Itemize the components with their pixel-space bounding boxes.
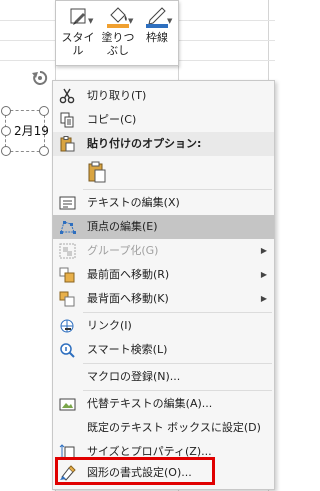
menu-item-cut[interactable]: 切り取り(T)	[53, 84, 274, 108]
paste-options-header: 貼り付けのオプション:	[53, 132, 274, 156]
paste-clipboard-icon	[59, 136, 76, 152]
resize-handle[interactable]	[39, 106, 49, 116]
paste-clipboard-icon	[87, 161, 107, 183]
fill-label-line2: ぶし	[107, 44, 129, 57]
fill-bucket-icon: ▼	[100, 5, 136, 31]
menu-item-label: リンク(I)	[87, 319, 132, 332]
paste-options-label: 貼り付けのオプション:	[87, 137, 202, 150]
outline-button[interactable]: ▼ 枠線	[140, 5, 174, 44]
menu-item-label: 最背面へ移動(K)	[87, 292, 169, 305]
style-button[interactable]: ▼ スタイル	[60, 5, 96, 57]
shape-text: 2月19	[14, 124, 49, 138]
mini-toolbar: ▼ スタイル ▼ 塗りつ ぶし ▼ 枠線	[55, 0, 179, 66]
menu-item-smart-lookup[interactable]: スマート検索(L)	[53, 338, 274, 362]
menu-separator	[83, 390, 272, 391]
smart-lookup-icon	[59, 342, 76, 358]
menu-item-label: 代替テキストの編集(A)...	[87, 397, 213, 410]
send-to-back-icon	[59, 291, 76, 307]
bring-to-front-icon	[59, 267, 76, 283]
pen-outline-icon: ▼	[140, 5, 174, 31]
menu-item-edit-alt-text[interactable]: 代替テキストの編集(A)...	[53, 392, 274, 416]
menu-item-edit-points[interactable]: 頂点の編集(E)	[53, 215, 274, 239]
menu-item-label: グループ化(G)	[87, 244, 159, 257]
menu-item-link[interactable]: リンク(I)	[53, 314, 274, 338]
link-icon	[59, 318, 76, 334]
menu-item-label: スマート検索(L)	[87, 343, 168, 356]
outline-label: 枠線	[146, 31, 168, 44]
menu-item-copy[interactable]: コピー(C)	[53, 108, 274, 132]
style-label: スタイル	[61, 31, 95, 57]
shape-style-icon: ▼	[60, 5, 96, 31]
menu-item-group[interactable]: グループ化(G) ▶	[53, 239, 274, 263]
chevron-down-icon: ▼	[128, 17, 134, 25]
fill-label: 塗りつ	[101, 31, 135, 44]
alt-text-icon	[59, 396, 76, 412]
menu-item-label: 既定のテキスト ボックスに設定(D)	[87, 421, 261, 434]
menu-separator	[83, 363, 272, 364]
menu-item-label: マクロの登録(N)...	[87, 370, 181, 383]
menu-item-label: テキストの編集(X)	[87, 196, 180, 209]
paste-option-button[interactable]	[53, 156, 274, 188]
edit-points-icon	[59, 219, 76, 235]
menu-item-label: コピー(C)	[87, 113, 137, 126]
chevron-down-icon: ▼	[167, 17, 173, 25]
highlight-box	[55, 457, 215, 485]
menu-item-label: 最前面へ移動(R)	[87, 268, 170, 281]
copy-icon	[59, 112, 76, 128]
resize-handle[interactable]	[39, 146, 49, 156]
menu-separator	[83, 312, 272, 313]
fill-button[interactable]: ▼ 塗りつ ぶし	[100, 5, 136, 57]
resize-handle[interactable]	[1, 126, 11, 136]
menu-item-set-default-textbox[interactable]: 既定のテキスト ボックスに設定(D)	[53, 416, 274, 440]
resize-handle[interactable]	[1, 106, 11, 116]
menu-item-bring-to-front[interactable]: 最前面へ移動(R) ▶	[53, 263, 274, 287]
menu-item-edit-text[interactable]: テキストの編集(X)	[53, 191, 274, 215]
menu-item-assign-macro[interactable]: マクロの登録(N)...	[53, 365, 274, 389]
rotate-handle-icon[interactable]	[31, 69, 49, 87]
submenu-arrow-icon: ▶	[260, 294, 267, 303]
submenu-arrow-icon: ▶	[260, 246, 267, 255]
scissors-icon	[59, 88, 76, 104]
submenu-arrow-icon: ▶	[260, 270, 267, 279]
group-icon	[59, 243, 76, 259]
menu-item-label: 頂点の編集(E)	[87, 220, 158, 233]
menu-separator	[83, 189, 272, 190]
context-menu: 切り取り(T) コピー(C) 貼り付けのオプション: テキストの編集(X) 頂点…	[52, 80, 275, 490]
chevron-down-icon: ▼	[88, 17, 94, 25]
menu-item-send-to-back[interactable]: 最背面へ移動(K) ▶	[53, 287, 274, 311]
resize-handle[interactable]	[1, 146, 11, 156]
menu-item-label: 切り取り(T)	[87, 89, 147, 102]
edit-text-icon	[59, 195, 76, 211]
